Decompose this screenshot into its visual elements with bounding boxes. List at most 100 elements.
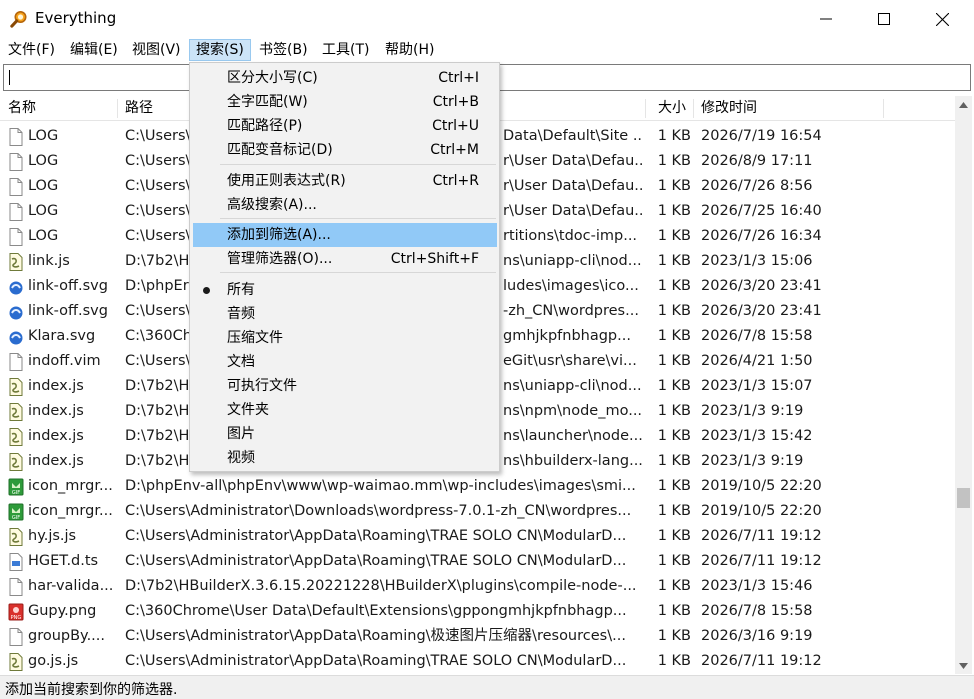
menu-edit[interactable]: 编辑(E) xyxy=(64,39,124,61)
column-size[interactable]: 大小 xyxy=(650,96,693,121)
svg-file-icon xyxy=(9,306,23,320)
arrow-down-icon xyxy=(959,662,968,669)
search-menu-item[interactable]: 音频 xyxy=(193,302,497,326)
search-menu-item[interactable]: 文档 xyxy=(193,350,497,374)
file-path-tail: r\User Data\Defau... xyxy=(503,153,643,169)
menu-search[interactable]: 搜索(S) xyxy=(189,39,251,61)
search-menu-item-label: 文档 xyxy=(227,354,255,370)
file-modified: 2026/7/19 16:54 xyxy=(701,128,822,144)
file-modified: 2023/1/3 9:19 xyxy=(701,403,804,419)
search-menu-item-label: 压缩文件 xyxy=(227,330,283,346)
search-menu-item[interactable]: 全字匹配(W) Ctrl+B xyxy=(193,90,497,114)
search-menu-item[interactable]: 图片 xyxy=(193,422,497,446)
search-menu-item-label: 管理筛选器(O)... xyxy=(227,251,333,267)
file-path-tail: ns\launcher\node... xyxy=(503,428,643,444)
file-size: 1 KB xyxy=(657,428,691,444)
svg-file-icon xyxy=(9,331,23,345)
file-size: 1 KB xyxy=(657,403,691,419)
file-size: 1 KB xyxy=(657,478,691,494)
menu-tools[interactable]: 工具(T) xyxy=(316,39,375,61)
file-modified: 2026/7/11 19:12 xyxy=(701,528,822,544)
table-row[interactable]: go.js.js C:\Users\Administrator\AppData\R… xyxy=(0,649,955,674)
file-path-tail: r\User Data\Defau... xyxy=(503,178,643,194)
search-menu-item[interactable]: 可执行文件 xyxy=(193,374,497,398)
scroll-down-button[interactable] xyxy=(955,657,972,674)
search-menu-item[interactable]: 所有 xyxy=(193,278,497,302)
file-path-tail: ns\npm\node_mo... xyxy=(503,403,643,419)
file-size: 1 KB xyxy=(657,653,691,669)
search-menu-item[interactable]: 添加到筛选(A)... xyxy=(193,223,497,247)
file-path: C:\360Chrome\User Data\Default\Extension… xyxy=(125,603,627,619)
file-path-tail: ns\hbuilderx-lang... xyxy=(503,453,643,469)
file-size: 1 KB xyxy=(657,128,691,144)
js-file-icon xyxy=(9,428,23,446)
search-menu-item-label: 视频 xyxy=(227,450,255,466)
search-menu-item[interactable]: 视频 xyxy=(193,446,497,470)
file-name: icon_mrgr... xyxy=(28,478,113,494)
search-menu-item[interactable]: 使用正则表达式(R) Ctrl+R xyxy=(193,169,497,193)
minimize-icon xyxy=(820,18,832,20)
file-size: 1 KB xyxy=(657,203,691,219)
file-size: 1 KB xyxy=(657,253,691,269)
svg-text:GIF: GIF xyxy=(12,490,20,496)
text-file-icon xyxy=(9,228,23,246)
search-menu-item[interactable]: 区分大小写(C) Ctrl+I xyxy=(193,66,497,90)
file-modified: 2026/7/26 16:34 xyxy=(701,228,822,244)
table-row[interactable]: HGET.d.ts C:\Users\Administrator\AppData\… xyxy=(0,549,955,574)
search-menu-item[interactable]: 压缩文件 xyxy=(193,326,497,350)
search-menu-item[interactable]: 匹配变音标记(D) Ctrl+M xyxy=(193,138,497,162)
column-modified[interactable]: 修改时间 xyxy=(693,96,883,121)
text-file-icon xyxy=(9,628,23,646)
menu-file[interactable]: 文件(F) xyxy=(2,39,61,61)
search-menu-item-label: 可执行文件 xyxy=(227,378,297,394)
file-name: go.js.js xyxy=(28,653,79,669)
search-menu-item-label: 匹配变音标记(D) xyxy=(227,142,333,158)
file-name: LOG xyxy=(28,178,59,194)
file-name: HGET.d.ts xyxy=(28,553,99,569)
file-modified: 2023/1/3 15:07 xyxy=(701,378,813,394)
search-menu-item[interactable]: 高级搜索(A)... xyxy=(193,193,497,217)
search-menu-item[interactable]: 管理筛选器(O)... Ctrl+Shift+F xyxy=(193,247,497,271)
maximize-icon xyxy=(878,13,890,25)
table-row[interactable]: GIF icon_mrgr... D:\phpEnv-all\phpEnv\www\… xyxy=(0,474,955,499)
file-path: D:\phpEnv-all\phpEnv\www\wp-waimao.mm\wp… xyxy=(125,478,636,494)
maximize-button[interactable] xyxy=(855,0,913,38)
file-modified: 2026/7/11 19:12 xyxy=(701,553,822,569)
file-name: groupBy.... xyxy=(28,628,106,644)
text-file-icon xyxy=(9,178,23,196)
file-size: 1 KB xyxy=(657,378,691,394)
menu-bookmarks[interactable]: 书签(B) xyxy=(253,39,314,61)
minimize-button[interactable] xyxy=(797,0,855,38)
file-name: index.js xyxy=(28,378,84,394)
search-menu-item[interactable]: 匹配路径(P) Ctrl+U xyxy=(193,114,497,138)
file-size: 1 KB xyxy=(657,453,691,469)
menu-bar: 文件(F) 编辑(E) 视图(V) 搜索(S) 书签(B) 工具(T) 帮助(H… xyxy=(0,38,974,62)
close-button[interactable] xyxy=(913,0,971,38)
table-row[interactable]: PNG Gupy.png C:\360Chrome\User Data\Defaul… xyxy=(0,599,955,624)
column-separator[interactable] xyxy=(645,99,646,118)
search-menu-item-shortcut: Ctrl+U xyxy=(432,118,479,134)
search-menu-dropdown: 区分大小写(C) Ctrl+I 全字匹配(W) Ctrl+B 匹配路径(P) Ctrl+U… xyxy=(189,62,500,472)
table-row[interactable]: har-valida... D:\7b2\HBuilderX.3.6.15.202… xyxy=(0,574,955,599)
file-name: index.js xyxy=(28,453,84,469)
file-path: D:\7b2\HBuilderX.3.6.15.20221228\HBuilde… xyxy=(125,578,637,594)
table-row[interactable]: hy.js.js C:\Users\Administrator\AppData\R… xyxy=(0,524,955,549)
scroll-up-button[interactable] xyxy=(955,96,972,113)
arrow-up-icon xyxy=(959,101,968,108)
close-icon xyxy=(935,12,949,26)
menu-help[interactable]: 帮助(H) xyxy=(379,39,440,61)
column-name[interactable]: 名称 xyxy=(0,96,117,121)
menu-view[interactable]: 视图(V) xyxy=(126,39,187,61)
table-row[interactable]: groupBy.... C:\Users\Administrator\AppDat… xyxy=(0,624,955,649)
column-separator[interactable] xyxy=(883,99,884,118)
file-name: Klara.svg xyxy=(28,328,96,344)
file-modified: 2026/8/9 17:11 xyxy=(701,153,813,169)
search-menu-item-shortcut: Ctrl+I xyxy=(438,70,479,86)
search-menu-item-label: 音频 xyxy=(227,306,255,322)
js-file-icon xyxy=(9,378,23,396)
table-row[interactable]: GIF icon_mrgr... C:\Users\Administrator\Do… xyxy=(0,499,955,524)
vertical-scrollbar[interactable] xyxy=(955,96,972,674)
scroll-thumb[interactable] xyxy=(957,488,970,508)
search-menu-item-shortcut: Ctrl+B xyxy=(432,94,479,110)
search-menu-item[interactable]: 文件夹 xyxy=(193,398,497,422)
